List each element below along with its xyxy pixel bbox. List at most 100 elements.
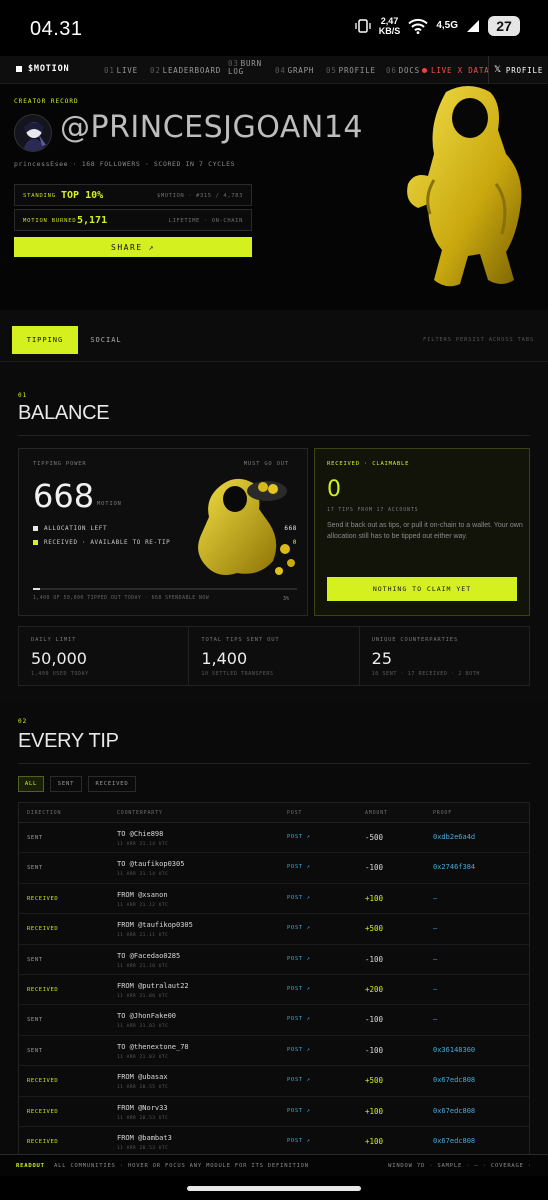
direction-cell: RECEIVED (27, 1108, 59, 1115)
creator-handle: @PRINCESJGOAN14 (60, 110, 363, 145)
amount-cell: +500 (365, 924, 384, 934)
counterparty-cell[interactable]: TO @Facedao0285 (117, 952, 180, 960)
counterparty-cell[interactable]: TO @thenextone_78 (117, 1043, 189, 1051)
filter-all[interactable]: ALL (18, 776, 44, 792)
daily-progress-bar (33, 588, 297, 590)
table-row[interactable]: SENT TO @Chie898 11 ARR 21.14 UTC POST ↗ -50… (19, 823, 529, 854)
post-link[interactable]: POST ↗ (287, 986, 310, 992)
table-row[interactable]: RECEIVED FROM @ubasax 11 ARR 20.55 UTC POST… (19, 1066, 529, 1097)
yellow-mascot-illustration (407, 86, 522, 287)
proof-link[interactable]: 0x67edc808 (433, 1137, 475, 1145)
post-link[interactable]: POST ↗ (287, 956, 310, 962)
creator-hero: CREATOR RECORD @PRINCESJGOAN14 princessE… (0, 84, 548, 310)
nav-item-graph[interactable]: 04 GRAPH (275, 66, 314, 75)
nav-item-profile[interactable]: 05 PROFILE (326, 66, 376, 75)
tipping-power-panel: TIPPING POWER MUST GO OUT 668 MOTION ALL… (18, 448, 308, 616)
nav-item-burn-log[interactable]: 03 BURN LOG (228, 60, 262, 76)
stat-label: UNIQUE COUNTERPARTIES (371, 637, 458, 643)
post-link[interactable]: POST ↗ (287, 1047, 310, 1053)
timestamp: 11 ARR 20.55 UTC (117, 1085, 169, 1091)
direction-cell: RECEIVED (27, 926, 59, 933)
post-link[interactable]: POST ↗ (287, 834, 310, 840)
live-dot-icon (422, 68, 427, 73)
claimable-value: 0 (327, 477, 341, 502)
table-row[interactable]: SENT TO @thenextone_78 11 ARR 21.03 UTC POS… (19, 1035, 529, 1067)
post-link[interactable]: POST ↗ (287, 1077, 310, 1083)
tab-social[interactable]: SOCIAL (78, 326, 134, 354)
brand-logo[interactable]: $MOTION (16, 64, 69, 74)
counterparty-cell[interactable]: FROM @putralaut22 (117, 982, 189, 990)
burned-label: MOTION BURNED (23, 218, 77, 224)
column-header: COUNTERPARTY (117, 810, 163, 816)
nav-num: 01 (104, 66, 115, 75)
proof-link[interactable]: 0x67edc808 (433, 1076, 475, 1084)
burned-box: MOTION BURNED 5,171 LIFETIME · ON-CHAIN (14, 209, 252, 231)
direction-cell: SENT (27, 956, 43, 963)
amount-cell: +100 (365, 1136, 384, 1146)
post-link[interactable]: POST ↗ (287, 1016, 310, 1022)
signal-icon (467, 20, 479, 32)
creator-record-label: CREATOR RECORD (14, 98, 79, 105)
post-link[interactable]: POST ↗ (287, 895, 310, 901)
proof-link: — (433, 984, 438, 993)
table-row[interactable]: RECEIVED FROM @Norv33 11 ARR 20.53 UTC POST… (19, 1096, 529, 1127)
post-link[interactable]: POST ↗ (287, 864, 310, 870)
post-link[interactable]: POST ↗ (287, 1138, 310, 1144)
battery-icon: 27 (488, 16, 520, 36)
counterparty-cell[interactable]: FROM @Norv33 (117, 1104, 168, 1112)
filter-sent[interactable]: SENT (50, 776, 82, 792)
proof-link[interactable]: 0xdb2e6a4d (433, 833, 475, 841)
avatar-image (15, 115, 51, 151)
section-title: EVERY TIP (18, 730, 119, 752)
status-icons: 2,47 KB/S 4,5G 27 (355, 16, 520, 36)
table-row[interactable]: SENT TO @taufikop0305 11 ARR 21.14 UTC POST… (19, 853, 529, 884)
net-speed-value: 2,47 (380, 16, 399, 26)
counterparty-cell[interactable]: TO @Chie898 (117, 830, 163, 838)
legend-swatch-icon (33, 540, 38, 545)
filter-received[interactable]: RECEIVED (88, 776, 136, 792)
counterparty-cell[interactable]: FROM @xsanon (117, 891, 168, 899)
table-row[interactable]: RECEIVED FROM @bambat3 11 ARR 20.53 UTC POS… (19, 1126, 529, 1158)
claim-button[interactable]: NOTHING TO CLAIM YET (327, 577, 517, 601)
tab-tipping[interactable]: TIPPING (12, 326, 78, 354)
proof-link[interactable]: 0x2746f384 (433, 863, 475, 871)
amount-cell: +100 (365, 893, 384, 903)
counterparty-cell[interactable]: FROM @ubasax (117, 1073, 168, 1081)
counterparty-cell[interactable]: FROM @bambat3 (117, 1134, 172, 1142)
counterparty-cell[interactable]: TO @taufikop0305 (117, 860, 184, 868)
stat-unique-counterparties: UNIQUE COUNTERPARTIES 25 10 SENT · 17 RE… (360, 627, 529, 685)
claimable-description: Send it back out as tips, or pull it on-… (327, 522, 523, 540)
profile-button-label: PROFILE (505, 65, 544, 75)
divider (18, 435, 530, 436)
nav-label: LEADERBOARD (162, 66, 222, 75)
section-number: 01 (18, 392, 28, 399)
post-link[interactable]: POST ↗ (287, 925, 310, 931)
table-row[interactable]: RECEIVED FROM @xsanon 11 ARR 21.12 UTC POST… (19, 883, 529, 915)
table-row[interactable]: RECEIVED FROM @taufikop0305 11 ARR 21.11 U… (19, 914, 529, 945)
creator-subline: princessEsee · 168 FOLLOWERS · SCORED IN… (14, 160, 236, 168)
counterparty-cell[interactable]: TO @JhonFake00 (117, 1012, 176, 1020)
nav-item-live[interactable]: 01 LIVE (104, 66, 138, 75)
table-row[interactable]: SENT TO @Facedao0285 11 ARR 21.10 UTC POST … (19, 944, 529, 975)
readout-label: READOUT (16, 1163, 45, 1169)
home-indicator[interactable] (187, 1186, 361, 1191)
column-header: AMOUNT (365, 810, 388, 816)
legend-value: 668 (284, 525, 297, 532)
tabs-bar: TIPPING SOCIAL FILTERS PERSIST ACROSS TA… (0, 310, 548, 362)
claimable-sub: 17 TIPS FROM 17 ACCOUNTS (327, 507, 419, 513)
amount-cell: -100 (365, 863, 384, 873)
proof-link[interactable]: 0x36148360 (433, 1046, 475, 1054)
profile-button[interactable]: 𝕏 PROFILE (488, 56, 548, 84)
tipping-power-label: TIPPING POWER (33, 461, 87, 467)
avatar (14, 114, 52, 152)
nav-item-docs[interactable]: 06 DOCS (386, 66, 420, 75)
post-link[interactable]: POST ↗ (287, 1108, 310, 1114)
share-button[interactable]: SHARE ↗ (14, 237, 252, 257)
table-row[interactable]: RECEIVED FROM @putralaut22 11 ARR 21.06 UT… (19, 974, 529, 1006)
counterparty-cell[interactable]: FROM @taufikop0305 (117, 921, 193, 929)
claimable-label: RECEIVED · CLAIMABLE (327, 461, 410, 467)
nav-item-leaderboard[interactable]: 02 LEADERBOARD (150, 66, 221, 75)
proof-link[interactable]: 0x67edc808 (433, 1107, 475, 1115)
standing-rank: $MOTION · #315 / 4,783 (156, 193, 243, 199)
table-row[interactable]: SENT TO @JhonFake00 11 ARR 21.03 UTC POST ↗… (19, 1005, 529, 1036)
